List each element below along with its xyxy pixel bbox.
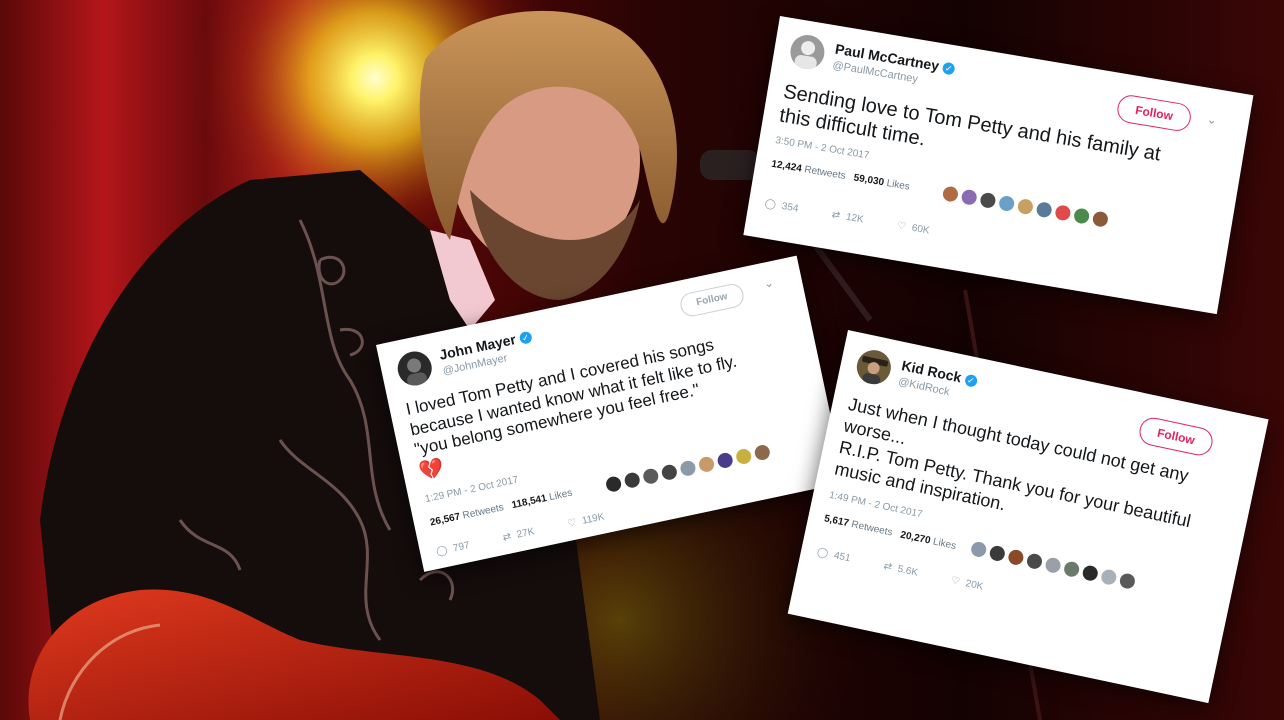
retweet-total[interactable]: 5,617 xyxy=(823,513,850,529)
likes-label: Likes xyxy=(548,487,574,504)
reply-icon: ◯ xyxy=(816,546,830,560)
retweet-total[interactable]: 12,424 xyxy=(771,159,803,175)
like-total[interactable]: 118,541 xyxy=(511,493,548,511)
avatar[interactable] xyxy=(988,544,1007,563)
avatar[interactable] xyxy=(1091,210,1109,228)
avatar[interactable] xyxy=(660,463,679,482)
reply-action[interactable]: ◯ 354 xyxy=(764,198,799,214)
follow-button[interactable]: Follow xyxy=(1136,415,1216,458)
avatar[interactable] xyxy=(1016,197,1035,216)
avatar[interactable] xyxy=(979,191,997,209)
liker-avatars xyxy=(941,185,1109,228)
heart-icon: ♡ xyxy=(566,517,578,530)
avatar[interactable] xyxy=(853,347,894,388)
avatar[interactable] xyxy=(787,32,828,72)
retweet-icon: ⇄ xyxy=(830,209,841,222)
avatar-photo-icon xyxy=(407,358,427,387)
like-action[interactable]: ♡ 60K xyxy=(896,220,930,236)
chevron-down-icon[interactable]: ⌄ xyxy=(762,275,775,291)
avatar[interactable] xyxy=(1006,548,1025,567)
avatar[interactable] xyxy=(1062,560,1081,579)
liker-avatars xyxy=(604,443,772,494)
retweet-icon: ⇄ xyxy=(882,560,893,574)
chevron-down-icon[interactable]: ⌄ xyxy=(1206,112,1218,127)
avatar[interactable] xyxy=(753,443,772,462)
heart-icon: ♡ xyxy=(949,575,961,588)
likes-label: Likes xyxy=(931,536,958,553)
avatar[interactable] xyxy=(960,188,978,206)
avatar[interactable] xyxy=(716,451,735,470)
avatar[interactable] xyxy=(697,455,716,474)
reply-icon: ◯ xyxy=(435,544,449,558)
tweet-actions: ◯ 451 ⇄ 5.6K ♡ 20K xyxy=(816,547,984,593)
retweet-action[interactable]: ⇄ 27K xyxy=(502,526,536,543)
avatar[interactable] xyxy=(623,471,642,490)
verified-badge-icon: ✓ xyxy=(518,330,533,346)
verified-badge-icon: ✓ xyxy=(963,373,978,389)
reply-icon: ◯ xyxy=(763,198,777,211)
like-total[interactable]: 59,030 xyxy=(853,172,885,188)
avatar[interactable] xyxy=(1044,556,1062,575)
avatar[interactable] xyxy=(1099,568,1118,587)
avatar[interactable] xyxy=(604,475,623,494)
verified-badge-icon: ✓ xyxy=(941,61,956,76)
avatar[interactable] xyxy=(1118,572,1137,590)
avatar[interactable] xyxy=(941,185,960,203)
avatar[interactable] xyxy=(998,194,1016,213)
like-total[interactable]: 20,270 xyxy=(899,529,931,546)
avatar[interactable] xyxy=(1081,564,1100,583)
like-action[interactable]: ♡ 20K xyxy=(950,575,984,593)
avatar-photo-icon xyxy=(862,356,889,385)
avatar[interactable] xyxy=(1025,552,1044,571)
retweet-action[interactable]: ⇄ 12K xyxy=(831,209,865,225)
liker-avatars xyxy=(969,540,1137,590)
tweet-stats: 5,617 Retweets 20,270 Likes xyxy=(823,513,957,552)
avatar[interactable] xyxy=(394,348,435,389)
tweet-stats: 12,424 Retweets 59,030 Likes xyxy=(771,159,911,193)
retweet-action[interactable]: ⇄ 5.6K xyxy=(882,561,918,579)
reply-action[interactable]: ◯ 451 xyxy=(816,547,851,565)
avatar[interactable] xyxy=(969,540,988,559)
retweet-icon: ⇄ xyxy=(501,531,513,544)
retweet-total[interactable]: 26,567 xyxy=(429,511,461,528)
retweets-label: Retweets xyxy=(461,502,505,522)
avatar[interactable] xyxy=(1054,204,1072,222)
tweet-actions: ◯ 354 ⇄ 12K ♡ 60K xyxy=(764,198,930,236)
avatar[interactable] xyxy=(1072,207,1091,225)
avatar[interactable] xyxy=(1035,201,1053,219)
heart-icon: ♡ xyxy=(896,220,907,233)
retweets-label: Retweets xyxy=(850,519,894,539)
avatar[interactable] xyxy=(734,447,753,466)
like-action[interactable]: ♡ 119K xyxy=(566,511,605,530)
likes-label: Likes xyxy=(885,177,911,193)
reply-action[interactable]: ◯ 797 xyxy=(435,540,470,558)
follow-button[interactable]: Follow xyxy=(678,281,746,319)
follow-button[interactable]: Follow xyxy=(1115,93,1193,133)
avatar[interactable] xyxy=(641,467,660,486)
retweets-label: Retweets xyxy=(803,164,847,182)
avatar[interactable] xyxy=(679,459,697,478)
avatar-photo-icon xyxy=(794,41,817,70)
